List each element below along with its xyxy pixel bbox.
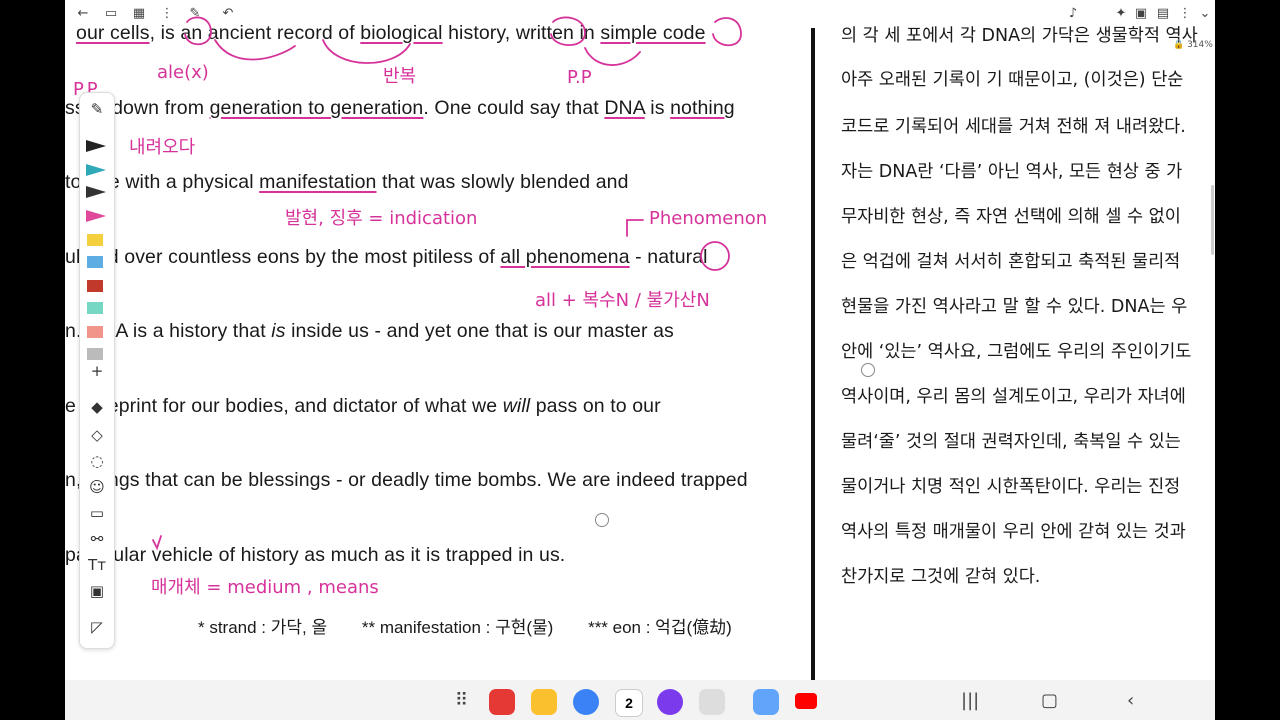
circle-its: [184, 16, 212, 46]
app-icon-notes[interactable]: [531, 689, 557, 715]
app-icon-calendar[interactable]: 2: [615, 689, 643, 717]
footnote-strand: * strand : 가닥, 올: [198, 618, 328, 637]
text-icon[interactable]: Tт: [87, 555, 107, 575]
shape-icon[interactable]: ◇: [87, 425, 107, 445]
footnote-eon: *** eon : 억겁(億劫): [588, 618, 732, 637]
curve-arrow-2: [322, 39, 411, 64]
app-icon-camera[interactable]: [699, 689, 725, 715]
curve-arrow-1: [214, 39, 296, 61]
app-icon-youtube[interactable]: [795, 693, 817, 709]
page-curl-icon[interactable]: ◸: [87, 617, 107, 637]
marker-red-icon[interactable]: [84, 277, 110, 295]
korean-line: 자는 DNA란 ‘다름’ 아닌 역사, 모든 현상 중 가: [841, 162, 1183, 182]
korean-line: 찬가지로 그것에 갇혀 있다.: [841, 567, 1041, 587]
highlighter-pink-icon[interactable]: [84, 323, 110, 341]
circle-written: [550, 16, 586, 47]
note-app: ← ▭ ▦ ⋮ ✎ ↶ ♪ ✦ ▣ ▤ ⋮ ⌄ our cells, is an…: [65, 0, 1215, 720]
lasso-icon[interactable]: ◌: [87, 451, 107, 471]
korean-line: 현물을 가진 역사라고 말 할 수 있다. DNA는 우: [841, 297, 1188, 317]
app-icon-internet[interactable]: [657, 689, 683, 715]
circle-natural: [700, 241, 730, 271]
highlighter-yellow-icon[interactable]: [84, 231, 110, 249]
korean-line: 은 억겁에 걸쳐 서서히 혼합되고 축적된 물리적: [841, 252, 1181, 272]
pen-toolbar: ✎ + ◆ ◇ ◌ ☺ ▭ ⚯ Tт ▣ ◸: [79, 92, 115, 649]
back-nav-icon[interactable]: ‹: [1127, 690, 1134, 712]
insert-image-icon[interactable]: ▣: [87, 581, 107, 601]
circle-code: [712, 17, 742, 47]
curve-arrow-3: [584, 47, 641, 66]
pen-dark-icon[interactable]: [84, 183, 110, 201]
korean-line: 역사의 특정 매개물이 우리 안에 갇혀 있는 것과: [841, 522, 1186, 542]
app-drawer-icon[interactable]: ⠿: [455, 690, 468, 712]
comment-icon[interactable]: ▭: [87, 503, 107, 523]
add-pen-icon[interactable]: +: [87, 361, 107, 381]
korean-line: 역사이며, 우리 몸의 설계도이고, 우리가 자녀에: [841, 387, 1186, 407]
highlighter-cyan-icon[interactable]: [84, 299, 110, 317]
korean-line: 물이거나 치명 적인 시한폭탄이다. 우리는 진정: [841, 477, 1181, 497]
english-page: our cells, is an ancient record of biolo…: [65, 0, 810, 680]
app-icon-messages[interactable]: [573, 689, 599, 715]
sticker-icon[interactable]: ☺: [87, 477, 107, 497]
footnotes: * strand : 가닥, 올 ** manifestation : 구현(물…: [198, 613, 762, 638]
pen-annotations: [152, 16, 742, 551]
korean-page: 의 각 세 포에서 각 DNA의 가닥은 생물학적 역사아주 오래된 기록이 기…: [817, 0, 1215, 680]
pointer-indicator-2: [861, 363, 875, 377]
tick-vehicle: [152, 535, 162, 551]
pointer-indicator: [595, 513, 609, 527]
zoom-level: 🔒 314%: [1173, 40, 1213, 50]
recent-apps-icon[interactable]: |||: [961, 690, 979, 712]
korean-line: 아주 오래된 기록이 기 때문이고, (이것은) 단순: [841, 70, 1184, 90]
korean-line: 물려‘줄’ 것의 절대 권력자인데, 축복일 수 있는: [841, 432, 1181, 452]
footnote-manifestation: ** manifestation : 구현(물): [361, 618, 554, 637]
korean-line: 의 각 세 포에서 각 DNA의 가닥은 생물학적 역사: [841, 26, 1198, 46]
korean-line: 무자비한 현상, 즉 자연 선택에 의해 셀 수 없이: [841, 207, 1181, 227]
eraser-icon[interactable]: ◆: [87, 397, 107, 417]
pen-select-icon[interactable]: ✎: [87, 99, 107, 119]
korean-line: 안에 ‘있는’ 역사요, 그럼에도 우리의 주인이기도: [841, 342, 1192, 362]
app-icon-cloud[interactable]: [753, 689, 779, 715]
korean-line: 코드로 기록되어 세대를 거쳐 전해 져 내려왔다.: [841, 117, 1186, 137]
pen-black-icon[interactable]: [84, 137, 110, 155]
page-divider: [811, 28, 815, 680]
pen-pink-icon[interactable]: [84, 207, 110, 225]
pen-teal-icon[interactable]: [84, 161, 110, 179]
highlighter-blue-icon[interactable]: [84, 253, 110, 271]
app-icon-red[interactable]: [489, 689, 515, 715]
home-icon[interactable]: ▢: [1041, 690, 1058, 712]
link-icon[interactable]: ⚯: [87, 529, 107, 549]
scrollbar[interactable]: [1211, 185, 1214, 255]
arrow-phenomenon: [626, 219, 644, 237]
